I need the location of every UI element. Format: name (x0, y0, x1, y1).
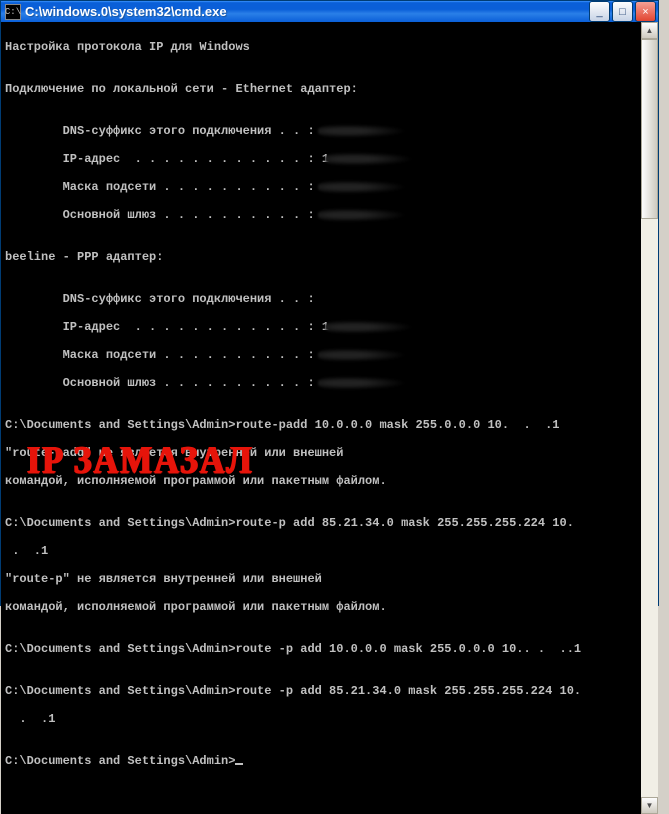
scroll-down-button[interactable]: ▼ (641, 797, 658, 814)
redacted-value (322, 125, 412, 137)
output-line: "route-padd" не является внутренней или … (5, 446, 637, 460)
output-line: C:\Documents and Settings\Admin>route -p… (5, 642, 637, 656)
redacted-value (322, 377, 412, 389)
scroll-up-button[interactable]: ▲ (641, 22, 658, 39)
minimize-button[interactable]: _ (589, 1, 610, 22)
redacted-value (322, 349, 412, 361)
output-line: DNS-суффикс этого подключения . . : (5, 124, 637, 138)
maximize-button[interactable]: □ (612, 1, 633, 22)
command-text: route -p add 85.21.34.0 mask 255.255.255… (235, 684, 581, 698)
command-text: route-padd 10.0.0.0 mask 255.0.0.0 10. .… (235, 418, 559, 432)
output-line: . .1 (5, 544, 637, 558)
redacted-value (322, 209, 412, 221)
output-line: C:\Documents and Settings\Admin> (5, 754, 637, 768)
output-line: Маска подсети . . . . . . . . . . : (5, 348, 637, 362)
output-line: Основной шлюз . . . . . . . . . . : (5, 208, 637, 222)
prompt: C:\Documents and Settings\Admin> (5, 418, 235, 432)
output-line: C:\Documents and Settings\Admin>route-pa… (5, 418, 637, 432)
output-line: Настройка протокола IP для Windows (5, 40, 637, 54)
prompt: C:\Documents and Settings\Admin> (5, 642, 235, 656)
cmd-window: C:\ C:\windows.0\system32\cmd.exe _ □ × … (0, 0, 659, 606)
output-line: C:\Documents and Settings\Admin>route -p… (5, 684, 637, 698)
cursor (235, 763, 243, 765)
output-line: Маска подсети . . . . . . . . . . : (5, 180, 637, 194)
output-line: beeline - PPP адаптер: (5, 250, 637, 264)
scrollbar-thumb[interactable] (641, 39, 658, 219)
app-icon: C:\ (5, 4, 21, 20)
prompt: C:\Documents and Settings\Admin> (5, 516, 235, 530)
output-line: командой, исполняемой программой или пак… (5, 474, 637, 488)
output-line: . .1 (5, 712, 637, 726)
scrollbar-track[interactable] (641, 39, 658, 797)
output-line: командой, исполняемой программой или пак… (5, 600, 637, 614)
redacted-value (329, 153, 419, 165)
window-controls: _ □ × (589, 1, 656, 22)
redacted-value (329, 321, 419, 333)
close-button[interactable]: × (635, 1, 656, 22)
prompt: C:\Documents and Settings\Admin> (5, 754, 235, 768)
vertical-scrollbar[interactable]: ▲ ▼ (641, 22, 658, 814)
output-line: Подключение по локальной сети - Ethernet… (5, 82, 637, 96)
output-line: IP-адрес . . . . . . . . . . . . : 1 (5, 320, 637, 334)
output-line: DNS-суффикс этого подключения . . : (5, 292, 637, 306)
output-line: Основной шлюз . . . . . . . . . . : (5, 376, 637, 390)
console-area: Настройка протокола IP для Windows Подкл… (1, 22, 658, 814)
command-text: route -p add 10.0.0.0 mask 255.0.0.0 10.… (235, 642, 581, 656)
output-line: IP-адрес . . . . . . . . . . . . : 1 (5, 152, 637, 166)
titlebar[interactable]: C:\ C:\windows.0\system32\cmd.exe _ □ × (1, 1, 658, 22)
output-line: "route-p" не является внутренней или вне… (5, 572, 637, 586)
output-line: C:\Documents and Settings\Admin>route-p … (5, 516, 637, 530)
redacted-value (322, 181, 412, 193)
window-title: C:\windows.0\system32\cmd.exe (25, 4, 589, 19)
command-text: route-p add 85.21.34.0 mask 255.255.255.… (235, 516, 581, 530)
console-output[interactable]: Настройка протокола IP для Windows Подкл… (1, 22, 641, 814)
prompt: C:\Documents and Settings\Admin> (5, 684, 235, 698)
